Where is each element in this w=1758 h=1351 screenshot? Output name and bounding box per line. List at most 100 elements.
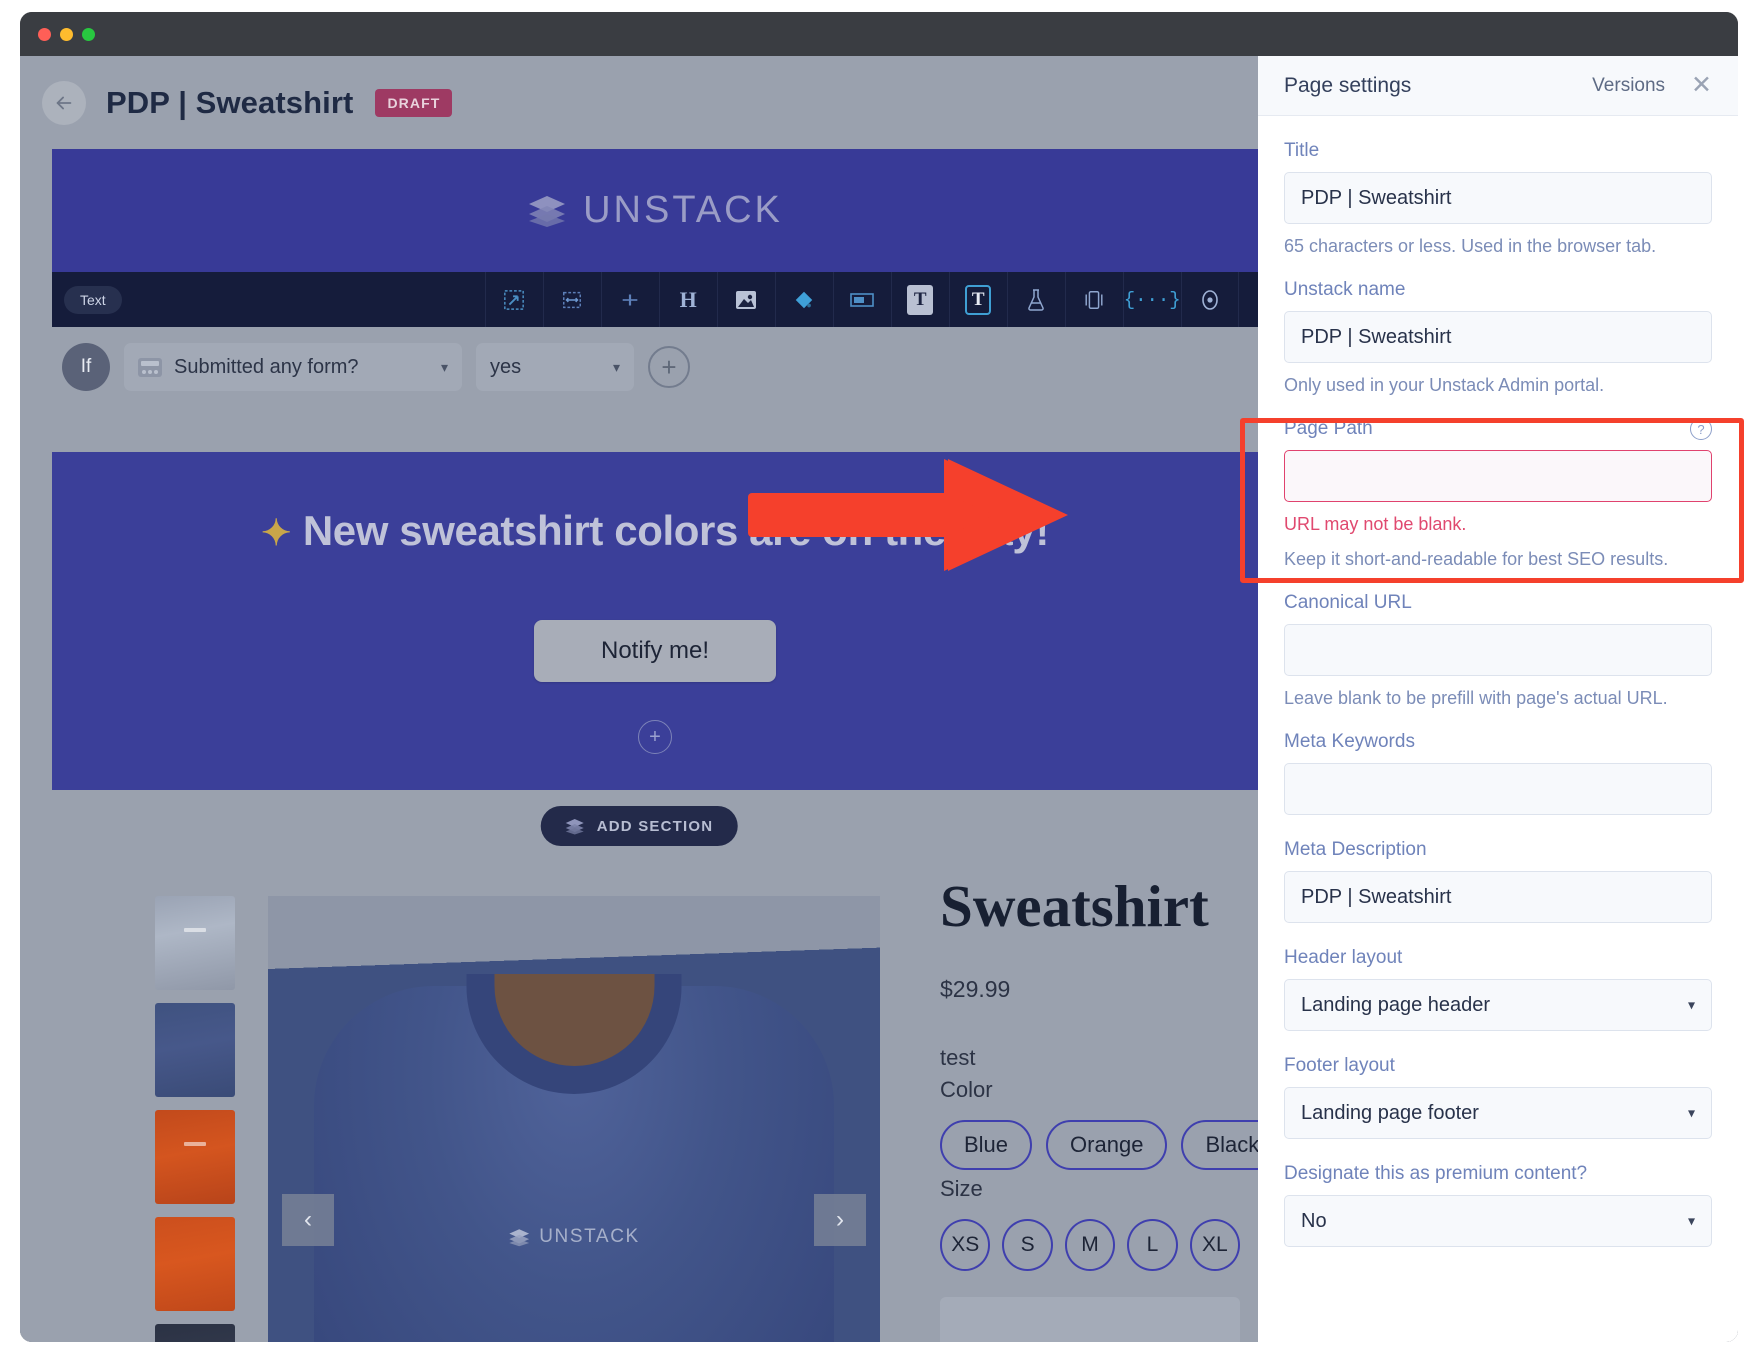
stack-icon <box>509 1228 530 1246</box>
condition-rule-select[interactable]: Submitted any form? ▾ <box>124 343 462 391</box>
footer-layout-select[interactable]: Landing page footer ▾ <box>1284 1087 1712 1139</box>
product-price: $29.99 <box>940 975 1011 1002</box>
heading-icon[interactable]: H <box>658 272 717 327</box>
page-path-error: URL may not be blank. <box>1284 514 1467 534</box>
field-hint: Keep it short-and-readable for best SEO … <box>1284 549 1669 569</box>
product-thumbnail[interactable] <box>155 1324 235 1342</box>
text-box-outline-icon[interactable]: T <box>948 272 1007 327</box>
minimize-window-button[interactable] <box>60 28 73 41</box>
add-condition-button[interactable]: + <box>648 346 690 388</box>
color-option[interactable]: Blue <box>940 1119 1033 1170</box>
field-label: Meta Description <box>1284 839 1427 860</box>
add-block-button[interactable]: + <box>638 720 672 754</box>
question-mark-icon[interactable]: ? <box>1690 418 1712 440</box>
product-color-options: Blue Orange Black <box>940 1119 1258 1170</box>
field-unstack-name: Unstack name PDP | Sweatshirt Only used … <box>1284 279 1712 396</box>
status-badge: DRAFT <box>375 88 453 117</box>
field-header-layout: Header layout Landing page header ▾ <box>1284 947 1712 1031</box>
size-option[interactable]: M <box>1064 1218 1116 1271</box>
brand-logo: UNSTACK <box>527 189 783 232</box>
field-label: Meta Keywords <box>1284 731 1415 752</box>
premium-content-value: No <box>1301 1209 1327 1232</box>
notify-me-button[interactable]: Notify me! <box>534 620 776 682</box>
form-card-icon <box>138 357 162 377</box>
arrow-left-icon <box>56 96 72 109</box>
image-icon[interactable] <box>716 272 775 327</box>
premium-content-select[interactable]: No ▾ <box>1284 1195 1712 1247</box>
button-icon[interactable] <box>832 272 891 327</box>
chevron-down-icon: ▾ <box>1687 996 1695 1013</box>
conditional-rule-bar: If Submitted any form? ▾ yes ▾ + <box>52 327 1258 407</box>
hero-section[interactable]: ✦ New sweatshirt colors are on the way! N… <box>52 452 1258 790</box>
carousel-icon[interactable] <box>1064 272 1123 327</box>
window-traffic-lights[interactable] <box>38 28 95 41</box>
maximize-window-button[interactable] <box>82 28 95 41</box>
header-layout-select[interactable]: Landing page header ▾ <box>1284 979 1712 1031</box>
stack-icon <box>565 818 584 834</box>
unstack-name-input[interactable]: PDP | Sweatshirt <box>1284 311 1712 363</box>
size-option[interactable]: XS <box>940 1218 991 1271</box>
page-path-input[interactable] <box>1284 450 1712 502</box>
title-input[interactable]: PDP | Sweatshirt <box>1284 172 1712 224</box>
add-to-cart-button[interactable] <box>940 1296 1240 1342</box>
record-icon[interactable] <box>1180 272 1239 327</box>
page-editor-canvas: PDP | Sweatshirt DRAFT UNSTACK Text H T … <box>20 56 1258 1342</box>
product-thumbnail[interactable] <box>155 896 235 990</box>
field-meta-description: Meta Description PDP | Sweatshirt <box>1284 839 1712 923</box>
close-window-button[interactable] <box>38 28 51 41</box>
product-main-image[interactable]: UNSTACK ‹ › <box>268 896 880 1342</box>
product-detail-section: UNSTACK ‹ › Sweatshirt $29.99 test Color… <box>20 856 1258 1342</box>
carousel-prev-button[interactable]: ‹ <box>282 1194 334 1246</box>
product-thumbnail[interactable] <box>155 1110 235 1204</box>
window-titlebar <box>20 12 1738 56</box>
chevron-down-icon: ▾ <box>612 358 620 375</box>
page-path-label-row: Page Path ? <box>1284 418 1712 440</box>
if-pill[interactable]: If <box>62 343 110 391</box>
select-region-icon[interactable] <box>484 272 543 327</box>
chevron-down-icon: ▾ <box>1687 1212 1695 1229</box>
block-toolbar: Text H T T {···} <box>52 272 1258 327</box>
back-button[interactable] <box>42 80 86 125</box>
meta-keywords-input[interactable] <box>1284 763 1712 815</box>
product-thumbnail[interactable] <box>155 1217 235 1311</box>
code-snippet-icon[interactable]: {···} <box>1122 272 1181 327</box>
field-label: Header layout <box>1284 947 1403 968</box>
field-hint: Only used in your Unstack Admin portal. <box>1284 375 1605 395</box>
color-option[interactable]: Black <box>1181 1119 1258 1170</box>
product-info: Sweatshirt $29.99 test Color Blue Orange… <box>940 875 1258 1342</box>
field-label: Designate this as premium content? <box>1284 1163 1588 1184</box>
meta-description-input[interactable]: PDP | Sweatshirt <box>1284 871 1712 923</box>
experiment-flask-icon[interactable] <box>1006 272 1065 327</box>
image-brand-logo: UNSTACK <box>508 1226 640 1248</box>
size-option[interactable]: XL <box>1189 1218 1241 1271</box>
condition-answer-select[interactable]: yes ▾ <box>476 343 634 391</box>
resize-horizontal-icon[interactable] <box>542 272 601 327</box>
color-option[interactable]: Orange <box>1046 1119 1168 1170</box>
close-icon[interactable]: ✕ <box>1691 73 1712 98</box>
size-option[interactable]: L <box>1127 1218 1178 1271</box>
carousel-next-button[interactable]: › <box>814 1194 866 1246</box>
product-option-group-label: test <box>940 1044 976 1070</box>
brand-name: UNSTACK <box>583 189 783 231</box>
condition-answer-value: yes <box>490 355 522 378</box>
field-canonical-url: Canonical URL Leave blank to be prefill … <box>1284 592 1712 709</box>
product-thumbnail[interactable] <box>155 1003 235 1097</box>
product-color-label: Color <box>940 1076 993 1102</box>
toolbar-block-tag[interactable]: Text <box>64 285 122 314</box>
stack-icon <box>529 195 566 227</box>
text-box-filled-icon[interactable]: T <box>890 272 949 327</box>
divider-icon[interactable] <box>600 272 659 327</box>
field-meta-keywords: Meta Keywords <box>1284 731 1712 815</box>
field-label: Unstack name <box>1284 279 1406 300</box>
add-section-button[interactable]: ADD SECTION <box>540 806 738 846</box>
field-hint: Leave blank to be prefill with page's ac… <box>1284 688 1668 708</box>
app-body: PDP | Sweatshirt DRAFT UNSTACK Text H T … <box>20 56 1738 1342</box>
field-footer-layout: Footer layout Landing page footer ▾ <box>1284 1055 1712 1139</box>
color-fill-icon[interactable] <box>774 272 833 327</box>
field-page-path: Page Path ? URL may not be blank. Keep i… <box>1284 418 1712 570</box>
canonical-url-input[interactable] <box>1284 624 1712 676</box>
screenshot-root: PDP | Sweatshirt DRAFT UNSTACK Text H T … <box>0 0 1758 1351</box>
size-option[interactable]: S <box>1002 1218 1053 1271</box>
versions-link[interactable]: Versions <box>1592 75 1665 97</box>
field-premium-content: Designate this as premium content? No ▾ <box>1284 1163 1712 1247</box>
